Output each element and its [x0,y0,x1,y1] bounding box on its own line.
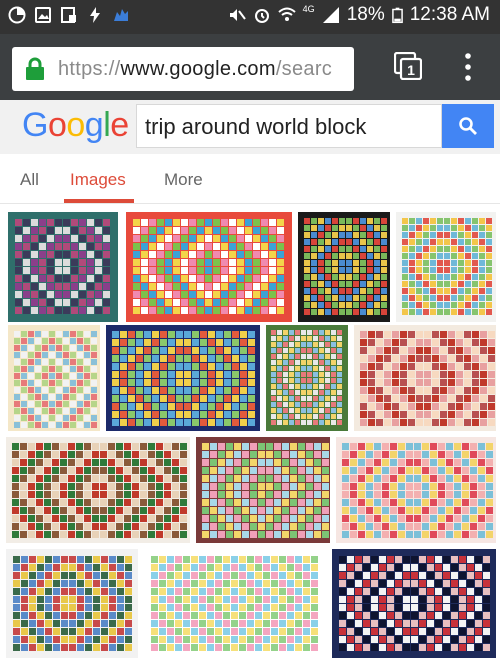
image-result-thumbnail[interactable] [126,212,292,322]
battery-percent: 18% [346,4,385,25]
image-result-thumbnail[interactable] [196,437,330,543]
search-query[interactable]: trip around world block [145,114,366,140]
quilt-star-pastel-icon [396,212,496,322]
quilt-green-bg-icon [266,325,348,431]
lock-icon[interactable] [24,57,46,81]
url-scheme: https:// [58,58,121,80]
system-icons: 4G 18% 12:38 AM [228,4,490,26]
quilt-dark-blue-border-icon [106,325,260,431]
logo-letter: o [66,106,85,144]
quilt-bright-scrappy-icon [126,212,292,322]
tab-more[interactable]: More [164,170,203,190]
logo-letter: g [84,106,104,144]
search-input[interactable]: trip around world block [136,104,442,148]
image-result-thumbnail[interactable] [8,212,118,322]
network-type-label: 4G [302,4,315,14]
app-notification-icon [114,9,128,21]
image-result-thumbnail[interactable] [144,549,326,658]
image-result-thumbnail[interactable] [6,549,138,658]
browser-toolbar: https://www.google.com/searc 1 [0,34,500,100]
tab-all[interactable]: All [20,170,39,190]
data-saver-icon [8,6,26,24]
logo-letter: e [110,106,129,144]
search-button[interactable] [442,104,494,148]
quilt-hanging-multicolor-icon [6,549,138,658]
battery-icon [391,7,403,24]
image-result-thumbnail[interactable] [354,325,496,431]
image-result-thumbnail[interactable] [6,437,190,543]
tab-images[interactable]: Images [70,170,126,190]
image-result-thumbnail[interactable] [8,325,100,431]
url-text[interactable]: https://www.google.com/searc [58,58,332,81]
url-path: /searc [275,58,333,80]
url-host: www.google.com [120,58,276,80]
active-tab-indicator [64,199,134,203]
quilt-navy-red-white-icon [332,549,496,658]
image-result-thumbnail[interactable] [266,325,348,431]
alarm-icon [254,9,269,23]
quilt-red-cream-icon [354,325,496,431]
logo-letter: o [47,106,67,144]
image-result-thumbnail[interactable] [106,325,260,431]
quilt-folded-pastel-icon [8,325,100,431]
image-result-thumbnail[interactable] [332,549,496,658]
flash-icon [90,7,100,23]
quilt-black-border-icon [298,212,390,322]
google-logo[interactable]: Google [22,106,129,145]
quilt-on-floor-pastel-icon [144,549,326,658]
logo-letter: G [22,106,48,144]
signal-icon [322,7,339,23]
overflow-menu-icon[interactable] [462,52,474,82]
gallery-icon [35,7,51,23]
quilt-red-pink-diamond-icon [336,437,496,543]
search-tabs: All Images More [0,154,500,204]
image-result-thumbnail[interactable] [396,212,496,322]
wifi-icon [278,7,296,21]
image-result-thumbnail[interactable] [298,212,390,322]
tab-switcher-button[interactable]: 1 [394,52,422,80]
image-result-thumbnail[interactable] [336,437,496,543]
quilt-diamond-teal-purple-icon [8,212,118,322]
screenshot-icon [61,7,76,23]
quilt-pastel-angled-icon [196,437,330,543]
image-results-grid [0,205,500,658]
address-bar[interactable]: https://www.google.com/searc [12,47,354,91]
status-bar: 4G 18% 12:38 AM [0,0,500,34]
notification-icons [8,6,130,24]
quilt-angled-red-green-icon [6,437,190,543]
mute-icon [229,9,246,21]
search-icon [459,117,477,135]
search-header: Google trip around world block [0,100,500,154]
clock: 12:38 AM [409,4,490,25]
tab-count: 1 [407,62,415,78]
